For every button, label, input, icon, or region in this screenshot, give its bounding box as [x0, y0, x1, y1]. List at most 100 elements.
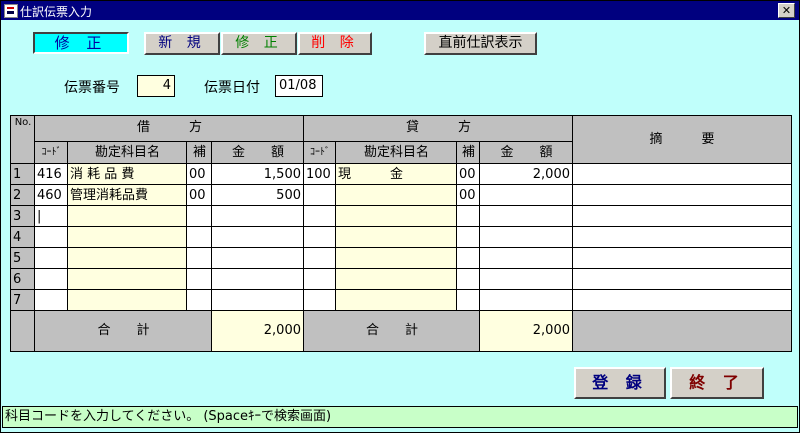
debit-total: 2,000 [212, 311, 304, 351]
credit-amount-cell[interactable] [480, 185, 573, 206]
memo-cell[interactable] [573, 206, 791, 227]
debit-sub-cell[interactable]: 00 [187, 164, 212, 185]
credit-amount-cell[interactable] [480, 290, 573, 311]
credit-amount-cell[interactable] [480, 206, 573, 227]
row-number: 2 [11, 185, 35, 206]
credit-code-cell[interactable] [304, 206, 336, 227]
debit-sub-cell[interactable]: 00 [187, 185, 212, 206]
debit-account-cell[interactable]: 管理消耗品費 [68, 185, 187, 206]
column-header-sub-credit: 補 [461, 145, 475, 160]
debit-code-cell[interactable]: 460 [35, 185, 68, 206]
credit-account-cell[interactable]: 現 金 [336, 164, 457, 185]
debit-sub-cell[interactable] [187, 269, 212, 290]
debit-code-cell[interactable]: 416 [35, 164, 68, 185]
debit-sub-cell[interactable] [187, 290, 212, 311]
row-number: 7 [11, 290, 35, 311]
debit-code-cell[interactable] [35, 269, 68, 290]
credit-sub-cell[interactable]: 00 [457, 164, 480, 185]
credit-sub-cell[interactable] [457, 290, 480, 311]
memo-cell[interactable] [573, 227, 791, 248]
credit-header: 貸 方 [405, 120, 471, 135]
no-header: No. [14, 117, 32, 128]
memo-header: 摘 要 [649, 132, 715, 147]
grid-line [11, 289, 791, 290]
debit-amount-cell[interactable]: 1,500 [212, 164, 304, 185]
credit-account-cell[interactable] [336, 206, 457, 227]
slip-number-label: 伝票番号 [64, 80, 120, 96]
credit-code-cell[interactable] [304, 290, 336, 311]
debit-account-cell[interactable] [68, 248, 187, 269]
debit-amount-cell[interactable] [212, 248, 304, 269]
debit-amount-cell[interactable] [212, 227, 304, 248]
credit-code-cell[interactable] [304, 227, 336, 248]
credit-code-cell[interactable] [304, 248, 336, 269]
debit-account-cell[interactable] [68, 227, 187, 248]
slip-date-field[interactable]: 01/08 [275, 75, 323, 97]
credit-sub-cell[interactable] [457, 269, 480, 290]
credit-code-cell[interactable]: 100 [304, 164, 336, 185]
previous-entry-button[interactable]: 直前仕訳表示 [424, 32, 537, 55]
debit-code-cell[interactable]: | [35, 206, 68, 227]
total-row-bg-left [11, 311, 35, 351]
modify-button[interactable]: 修 正 [221, 32, 297, 55]
grid-line [34, 116, 35, 351]
memo-cell[interactable] [573, 164, 791, 185]
credit-code-cell[interactable] [304, 269, 336, 290]
credit-amount-cell[interactable] [480, 248, 573, 269]
close-button[interactable]: ✕ [778, 3, 795, 18]
credit-sub-cell[interactable] [457, 248, 480, 269]
new-button[interactable]: 新 規 [144, 32, 220, 55]
credit-sub-cell[interactable]: 00 [457, 185, 480, 206]
column-header-code-debit: ｺｰﾄﾞ [41, 147, 62, 158]
credit-sub-cell[interactable] [457, 227, 480, 248]
credit-amount-cell[interactable]: 2,000 [480, 164, 573, 185]
grid-line [11, 184, 791, 185]
memo-cell[interactable] [573, 290, 791, 311]
credit-total-label: 合 計 [304, 311, 480, 351]
debit-sub-cell[interactable] [187, 227, 212, 248]
end-button[interactable]: 終 了 [670, 367, 764, 399]
status-bar: 科目コードを入力してください。 (Spaceｷｰで検索画面) [2, 406, 798, 428]
memo-cell[interactable] [573, 248, 791, 269]
grid-line [11, 163, 791, 164]
row-number: 6 [11, 269, 35, 290]
memo-cell[interactable] [573, 269, 791, 290]
slip-date-label: 伝票日付 [204, 80, 260, 96]
debit-amount-cell[interactable]: 500 [212, 185, 304, 206]
debit-account-cell[interactable]: 消 耗 品 費 [68, 164, 187, 185]
row-number: 1 [11, 164, 35, 185]
credit-account-cell[interactable] [336, 227, 457, 248]
debit-sub-cell[interactable] [187, 248, 212, 269]
column-header-amount-credit: 金 額 [500, 145, 553, 160]
credit-account-cell[interactable] [336, 290, 457, 311]
debit-total-label: 合 計 [35, 311, 212, 351]
window-title: 仕訳伝票入力 [20, 5, 93, 19]
memo-total-blank [573, 311, 791, 351]
debit-amount-cell[interactable] [212, 206, 304, 227]
slip-number-field[interactable]: 4 [137, 75, 175, 97]
debit-amount-cell[interactable] [212, 290, 304, 311]
debit-account-cell[interactable] [68, 206, 187, 227]
credit-code-cell[interactable] [304, 185, 336, 206]
debit-amount-cell[interactable] [212, 269, 304, 290]
debit-code-cell[interactable] [35, 227, 68, 248]
credit-account-cell[interactable] [336, 248, 457, 269]
memo-cell[interactable] [573, 185, 791, 206]
credit-amount-cell[interactable] [480, 227, 573, 248]
debit-account-cell[interactable] [68, 269, 187, 290]
delete-button[interactable]: 削 除 [298, 32, 372, 55]
credit-account-cell[interactable] [336, 269, 457, 290]
row-number: 3 [11, 206, 35, 227]
debit-account-cell[interactable] [68, 290, 187, 311]
grid-line [479, 311, 480, 351]
debit-sub-cell[interactable] [187, 206, 212, 227]
journal-table: No. 借 方貸 方摘 要ｺｰﾄﾞ 勘定科目名補金 額ｺｰﾄﾞ 勘定科目名補金 額14… [10, 115, 792, 352]
credit-sub-cell[interactable] [457, 206, 480, 227]
debit-code-cell[interactable] [35, 290, 68, 311]
credit-amount-cell[interactable] [480, 269, 573, 290]
credit-account-cell[interactable] [336, 185, 457, 206]
column-header-account-debit: 勘定科目名 [94, 145, 160, 160]
debit-code-cell[interactable] [35, 248, 68, 269]
register-button[interactable]: 登 録 [574, 367, 666, 399]
journal-entry-window: 仕訳伝票入力 ✕ 修 正 新 規 修 正 削 除 直前仕訳表示 伝票番号 4 伝… [0, 0, 800, 433]
